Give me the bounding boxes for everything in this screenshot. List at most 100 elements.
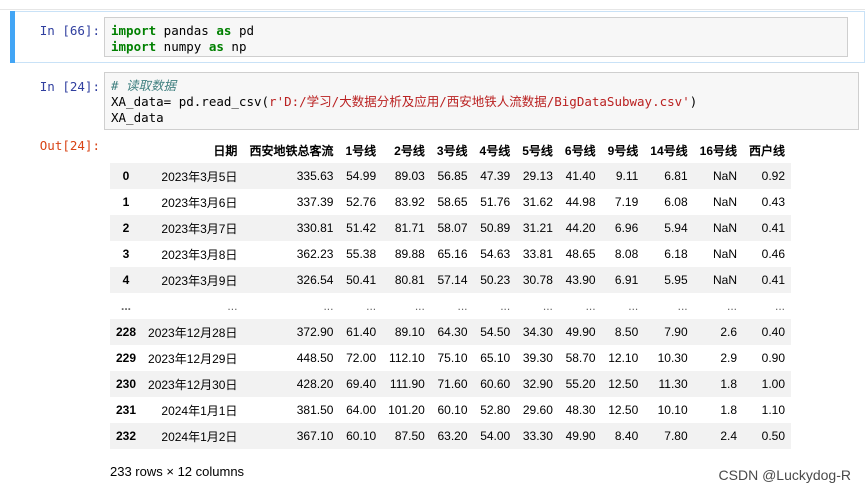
table-cell: ... xyxy=(323,299,334,313)
table-cell: 69.40 xyxy=(346,377,377,391)
table-cell: 6.18 xyxy=(664,247,688,261)
table-cell: 2023年3月9日 xyxy=(161,273,238,288)
keyword: import xyxy=(111,23,157,38)
table-cell: 2023年12月28日 xyxy=(148,325,238,340)
code-cell-read-csv[interactable]: In [24]: # 读取数据 XA_data= pd.read_csv(r'D… xyxy=(10,72,865,132)
alias-name: pd xyxy=(231,23,255,38)
column-header: 16号线 xyxy=(699,143,737,158)
table-cell: 362.23 xyxy=(296,247,334,261)
table-cell: 55.38 xyxy=(346,247,377,261)
table-cell: ... xyxy=(227,299,238,313)
table-cell: 39.30 xyxy=(522,351,553,365)
table-cell: 30.78 xyxy=(522,273,553,287)
table-cell: 10.30 xyxy=(657,351,688,365)
code-editor[interactable]: # 读取数据 XA_data= pd.read_csv(r'D:/学习/大数据分… xyxy=(104,72,859,130)
row-index: 232 xyxy=(116,429,137,443)
table-cell: 41.40 xyxy=(565,169,596,183)
table-cell: 5.94 xyxy=(664,221,688,235)
row-index: 231 xyxy=(116,403,137,417)
table-cell: ... xyxy=(585,299,596,313)
column-header: 4号线 xyxy=(479,143,511,158)
table-cell: 64.00 xyxy=(346,403,377,417)
table-cell: 31.62 xyxy=(522,195,553,209)
column-header: 6号线 xyxy=(564,143,596,158)
row-index: 229 xyxy=(116,351,137,365)
table-cell: ... xyxy=(628,299,639,313)
row-index: 1 xyxy=(122,195,130,209)
table-cell: ... xyxy=(677,299,688,313)
table-cell: 33.30 xyxy=(522,429,553,443)
table-row: 4 2023年3月9日 326.54 50.41 80.81 57.14 50.23 30.7… xyxy=(110,267,792,293)
code-text: XA_data= pd.read_csv( xyxy=(111,94,270,109)
input-prompt: In [66]: xyxy=(39,23,100,38)
column-header: 9号线 xyxy=(607,143,639,158)
code-line: import pandas as pd xyxy=(111,23,841,39)
code-editor[interactable]: import pandas as pd import numpy as np xyxy=(104,17,848,57)
table-cell: 367.10 xyxy=(296,429,334,443)
row-index: 2 xyxy=(122,221,130,235)
row-index: ... xyxy=(121,299,132,313)
column-header: 2号线 xyxy=(394,143,425,158)
table-cell: 58.07 xyxy=(437,221,468,235)
table-cell: 0.41 xyxy=(761,273,786,287)
code-line: import numpy as np xyxy=(111,39,841,55)
output-prompt: Out[24]: xyxy=(39,138,100,153)
table-cell: 80.81 xyxy=(394,273,425,287)
table-cell: 50.23 xyxy=(480,273,511,287)
table-cell: 48.30 xyxy=(565,403,596,417)
table-row: 228 2023年12月28日 372.90 61.40 89.10 64.30 54.50… xyxy=(110,319,792,345)
table-cell: 10.10 xyxy=(657,403,688,417)
table-row: 230 2023年12月30日 428.20 69.40 111.90 71.60 60.6… xyxy=(110,371,792,397)
row-index: 228 xyxy=(116,325,137,339)
table-cell: 448.50 xyxy=(296,351,334,365)
table-cell: 29.60 xyxy=(522,403,553,417)
table-cell: 54.99 xyxy=(346,169,377,183)
table-cell: 32.90 xyxy=(522,377,553,391)
table-row: 232 2024年1月2日 367.10 60.10 87.50 63.20 54.00 33… xyxy=(110,423,792,449)
table-cell: 2023年3月7日 xyxy=(161,221,238,236)
table-cell: ... xyxy=(542,299,553,313)
code-cell-imports[interactable]: In [66]: import pandas as pd import nump… xyxy=(10,11,865,63)
input-prompt: In [24]: xyxy=(39,79,100,94)
table-cell: 81.71 xyxy=(394,221,425,235)
table-cell: 56.85 xyxy=(437,169,468,183)
watermark: CSDN @Luckydog-R xyxy=(718,467,851,483)
notebook-top-divider xyxy=(0,9,865,10)
table-cell: 34.30 xyxy=(522,325,553,339)
table-cell: 31.21 xyxy=(522,221,553,235)
table-cell: 6.08 xyxy=(664,195,688,209)
table-cell: 54.63 xyxy=(480,247,511,261)
table-cell: NaN xyxy=(712,273,737,287)
table-cell: 33.81 xyxy=(522,247,553,261)
table-row: 231 2024年1月1日 381.50 64.00 101.20 60.10 52.80 2… xyxy=(110,397,792,423)
column-header: 14号线 xyxy=(650,143,688,158)
row-index: 3 xyxy=(122,247,130,261)
table-cell: 2024年1月1日 xyxy=(161,403,238,418)
table-cell: 2023年3月8日 xyxy=(161,247,238,262)
table-cell: 89.10 xyxy=(394,325,425,339)
table-cell: 6.81 xyxy=(664,169,688,183)
table-cell: 51.42 xyxy=(346,221,377,235)
table-ellipsis-row: ....................................... xyxy=(110,293,792,319)
table-cell: 1.10 xyxy=(761,403,786,417)
table-cell: 8.40 xyxy=(614,429,639,443)
code-comment: # 读取数据 xyxy=(111,78,177,93)
table-cell: 2023年3月5日 xyxy=(161,169,238,184)
table-cell: 0.50 xyxy=(761,429,786,443)
alias-name: np xyxy=(223,39,247,54)
table-cell: 71.60 xyxy=(437,377,468,391)
table-cell: 101.20 xyxy=(388,403,425,417)
code-line: XA_data xyxy=(111,110,164,125)
table-cell: 65.10 xyxy=(480,351,511,365)
module-name: pandas xyxy=(156,23,217,38)
column-header: 西户线 xyxy=(749,143,786,158)
table-cell: 60.10 xyxy=(346,429,377,443)
table-cell: 0.46 xyxy=(761,247,786,261)
table-cell: 8.08 xyxy=(614,247,639,261)
table-cell: 58.65 xyxy=(437,195,468,209)
table-cell: NaN xyxy=(712,247,737,261)
table-cell: 54.00 xyxy=(480,429,511,443)
string-literal: r'D:/学习/大数据分析及应用/西安地铁人流数据/BigDataSubway.… xyxy=(269,94,690,109)
index-header xyxy=(110,137,142,163)
table-cell: 2023年12月30日 xyxy=(148,377,238,392)
